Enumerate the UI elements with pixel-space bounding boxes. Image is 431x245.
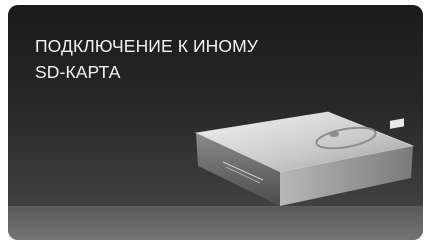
- external-drive-icon: [194, 111, 415, 206]
- connection-message: ПОДКЛЮЧЕНИЕ К ИНОМУ SD-КАРТА: [35, 33, 258, 85]
- message-line-1: ПОДКЛЮЧЕНИЕ К ИНОМУ: [35, 36, 258, 56]
- camera-lcd-screen: ПОДКЛЮЧЕНИЕ К ИНОМУ SD-КАРТА: [8, 5, 423, 240]
- message-line-2: SD-КАРТА: [35, 62, 121, 82]
